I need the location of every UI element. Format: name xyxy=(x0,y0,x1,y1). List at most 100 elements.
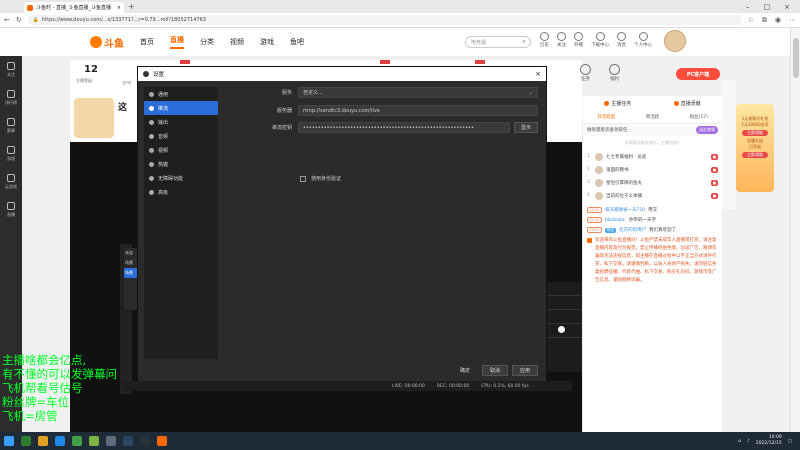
rank-item[interactable]: 2 鬼面的锦书 ■ xyxy=(583,163,722,176)
scene-item-selected[interactable]: 场景 xyxy=(124,268,138,278)
chat-nick[interactable]: 每天都要被一天710 xyxy=(605,207,645,213)
back-icon[interactable]: ← xyxy=(4,16,10,24)
nav-category[interactable]: 分类 xyxy=(200,37,214,47)
page-scrollbar[interactable] xyxy=(790,28,800,432)
download-button[interactable]: 下载中心 xyxy=(591,32,609,48)
menu-item-video[interactable]: 视频 xyxy=(144,143,218,157)
welfare-button[interactable]: 福利 xyxy=(609,64,620,82)
collections-icon[interactable]: ⧉ xyxy=(762,16,767,25)
sidebar-item-ranking[interactable]: 排行榜 xyxy=(5,90,17,106)
settings-gear-icon[interactable] xyxy=(558,326,565,333)
auth-checkbox[interactable] xyxy=(300,175,306,182)
more-icon[interactable]: ⋯ xyxy=(789,16,796,25)
profile-center-button[interactable]: 个人中心 xyxy=(634,32,652,48)
history-button[interactable]: 历史 xyxy=(540,32,549,48)
douyu-logo[interactable]: 斗鱼 xyxy=(90,35,124,50)
excel-icon[interactable] xyxy=(21,436,31,446)
subtab-weekly[interactable]: 周活跃 xyxy=(629,111,675,123)
edge-icon[interactable] xyxy=(55,436,65,446)
game-ad[interactable]: 1元抢购大礼包 1元10000金币 立即领取 全服大送 已开启 立即领取 xyxy=(736,104,774,192)
close-dialog-icon[interactable]: × xyxy=(535,70,541,78)
app-icon[interactable] xyxy=(72,436,82,446)
auth-option[interactable]: 使用身份验证 xyxy=(300,175,341,182)
empty-hint: 本周暂无粉丝排行，主播加油~ xyxy=(624,140,681,145)
camera-icon xyxy=(574,32,583,41)
volume-icon[interactable]: ♪ xyxy=(747,439,750,444)
subtab-daily[interactable]: 日活跃度 xyxy=(583,111,629,123)
sidebar-item-follow[interactable]: 关注 xyxy=(7,62,15,78)
gamepad-icon xyxy=(7,146,15,154)
rank-avatar xyxy=(595,178,603,187)
rank-item[interactable]: 3 星恒引擎降的鱼丸 ■ xyxy=(583,176,722,189)
show-key-button[interactable]: 显示 xyxy=(514,122,538,133)
start-icon[interactable] xyxy=(4,436,14,446)
network-icon[interactable]: ⌂ xyxy=(738,439,741,444)
nav-video[interactable]: 视频 xyxy=(230,37,244,47)
server-input[interactable]: rtmp://sendtc3.douyu.com/live xyxy=(298,105,538,116)
subtab-fans[interactable]: 粉丝(17) xyxy=(676,111,722,123)
streamer-avatar[interactable] xyxy=(74,98,114,138)
sidebar-item-cloud-games[interactable]: 云游戏 xyxy=(5,174,17,190)
menu-item-accessibility[interactable]: 无障碍功能 xyxy=(144,171,218,185)
browser-tab[interactable]: 斗鱼时 - 直播_斗鱼直播_斗鱼直播 × xyxy=(24,2,124,13)
app-icon[interactable] xyxy=(106,436,116,446)
follow-button[interactable]: 关注 xyxy=(557,32,566,48)
favorite-icon[interactable]: ☆ xyxy=(748,16,754,25)
scene-item[interactable]: 场景 xyxy=(124,258,138,268)
task-button[interactable]: 任务 xyxy=(580,64,591,82)
rank-item[interactable]: 4 当前的位于义本播 ■ xyxy=(583,189,722,202)
new-tab-icon[interactable]: + xyxy=(128,2,135,11)
nav-yuba[interactable]: 鱼吧 xyxy=(290,37,304,47)
chat-nick[interactable]: 北京的新用户 xyxy=(619,227,646,233)
menu-item-hotkeys[interactable]: 热键 xyxy=(144,157,218,171)
menu-item-stream[interactable]: 推流 xyxy=(144,101,218,115)
minimize-icon[interactable]: – xyxy=(746,3,750,11)
sidebar-item-games[interactable]: 游戏 xyxy=(7,146,15,162)
site-search-input[interactable]: 电竞最 ⌕ xyxy=(465,36,531,48)
user-avatar[interactable] xyxy=(664,30,686,52)
rank-item[interactable]: 1 七七专属福利 · 员武 ■ xyxy=(583,150,722,163)
service-value: 自定义... xyxy=(303,90,323,96)
service-select[interactable]: 自定义... ⌄ xyxy=(298,87,538,98)
maximize-icon[interactable]: □ xyxy=(764,3,771,11)
broadcast-button[interactable]: 开播 xyxy=(574,32,583,48)
ok-button[interactable]: 确定 xyxy=(452,365,478,376)
close-window-icon[interactable]: × xyxy=(784,3,790,11)
nav-game[interactable]: 游戏 xyxy=(260,37,274,47)
menu-item-audio[interactable]: 音频 xyxy=(144,129,218,143)
ad-claim-button[interactable]: 立即领取 xyxy=(742,130,768,136)
url-field[interactable]: 🔒 https://www.douyu.com/...s/133771?...r… xyxy=(27,15,742,25)
apply-button[interactable]: 应用 xyxy=(512,365,538,376)
menu-item-output[interactable]: 输出 xyxy=(144,115,218,129)
rank-badge-icon: ■ xyxy=(710,153,718,160)
obs-taskbar-icon[interactable] xyxy=(140,436,150,446)
stream-key-input[interactable]: ••••••••••••••••••••••••••••••••••••••••… xyxy=(298,122,510,133)
notice-badge[interactable]: 送礼物领 xyxy=(696,126,718,134)
nav-home[interactable]: 首页 xyxy=(140,37,154,47)
sidebar-item-live[interactable]: 直播 xyxy=(7,202,15,218)
app-icon[interactable] xyxy=(89,436,99,446)
douyu-taskbar-icon[interactable] xyxy=(157,436,167,446)
pc-client-button[interactable]: PC客户端 xyxy=(676,68,720,80)
tab-contribution[interactable]: 直播贡献 xyxy=(673,100,701,107)
heart-icon xyxy=(557,32,566,41)
tab-streamer-task[interactable]: 主播任务 xyxy=(604,100,631,107)
nav-live[interactable]: 直播 xyxy=(170,35,184,49)
profile-icon[interactable]: ◉ xyxy=(775,16,781,25)
menu-item-general[interactable]: 通用 xyxy=(144,87,218,101)
clock[interactable]: 10:09 2022/12/15 xyxy=(756,435,782,447)
chat-nick[interactable]: bbcbaba: xyxy=(605,218,626,223)
menu-item-advanced[interactable]: 高级 xyxy=(144,185,218,199)
close-tab-icon[interactable]: × xyxy=(117,5,121,11)
sidebar-item-events[interactable]: 赛事 xyxy=(7,118,15,134)
room-top-icons: 任务 福利 xyxy=(580,64,620,82)
message-button[interactable]: 消息 xyxy=(617,32,626,48)
scrollbar-thumb[interactable] xyxy=(793,38,799,78)
cancel-button[interactable]: 取消 xyxy=(482,365,508,376)
notification-icon[interactable]: ▢ xyxy=(788,439,792,444)
refresh-icon[interactable]: ↻ xyxy=(16,16,22,24)
folder-icon[interactable] xyxy=(38,436,48,446)
steam-icon[interactable] xyxy=(123,436,133,446)
search-icon[interactable]: ⌕ xyxy=(523,38,526,46)
ad-claim-button-2[interactable]: 立即领取 xyxy=(742,152,768,158)
